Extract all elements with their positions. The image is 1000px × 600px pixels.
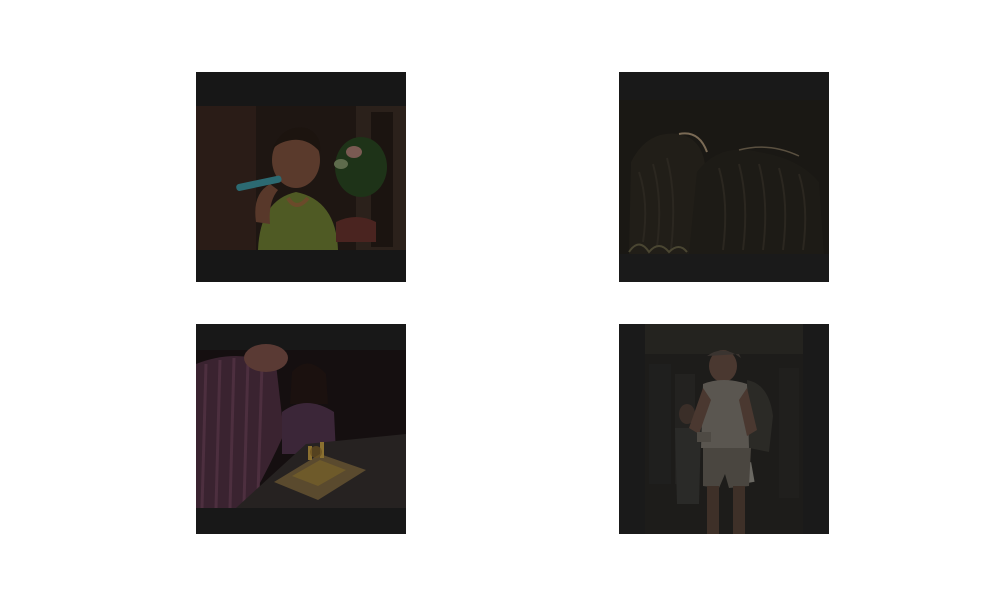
photo-toddler-brushing-teeth-graphic [196, 72, 406, 282]
photo-birthday-cake [196, 324, 406, 534]
photo-man-with-backpack [619, 324, 829, 534]
photo-zebras-graphic [619, 72, 829, 282]
photo-zebras [619, 72, 829, 282]
image-grid [0, 0, 1000, 600]
photo-toddler-brushing-teeth [196, 72, 406, 282]
photo-birthday-cake-graphic [196, 324, 406, 534]
photo-man-with-backpack-graphic [619, 324, 829, 534]
